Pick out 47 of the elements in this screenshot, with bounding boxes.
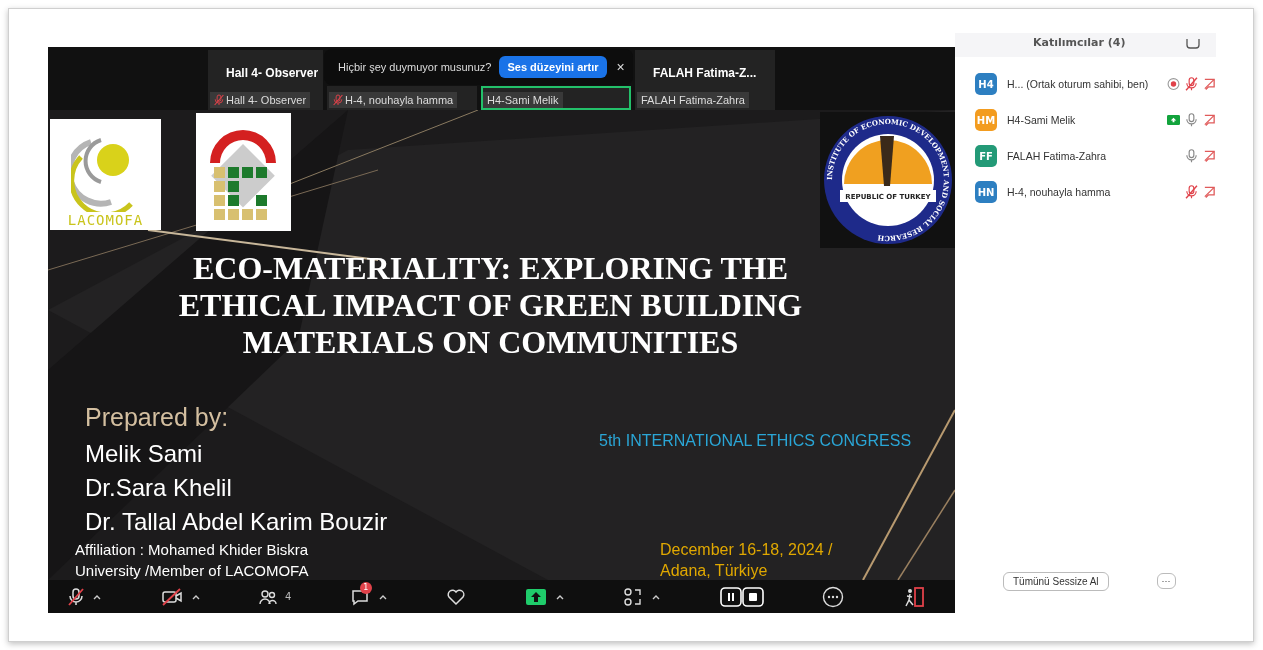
apps-icon[interactable] — [623, 586, 644, 607]
participant-thumbnail[interactable]: Hall 4- Observer Hall 4- Observer — [208, 50, 323, 110]
avatar: HM — [975, 109, 997, 131]
more-button[interactable]: ··· — [1156, 573, 1176, 589]
avatar: H4 — [975, 73, 997, 95]
participant-name: H... (Ortak oturum sahibi, ben) — [1007, 78, 1150, 90]
increase-volume-button[interactable]: Ses düzeyini artır — [499, 56, 607, 78]
prepared-by-label: Prepared by: — [85, 403, 229, 432]
name-text: FALAH Fatima-Zahra — [641, 94, 745, 106]
author-name: Dr. Tallal Abdel Karim Bouzir — [85, 507, 388, 537]
participant-row[interactable]: H4 H... (Ortak oturum sahibi, ben) — [955, 66, 1220, 102]
pause-stop-recording-icon[interactable] — [719, 586, 764, 607]
heart-icon[interactable] — [446, 587, 467, 606]
participant-row[interactable]: HN H-4, nouhayla hamma — [955, 174, 1220, 210]
share-screen-icon[interactable] — [524, 587, 547, 606]
notification-text: Hiçbir şey duymuyor musunuz? — [338, 61, 492, 73]
participant-row[interactable]: FF FALAH Fatima-Zahra — [955, 138, 1220, 174]
logo-text: LACOMOFA — [67, 212, 144, 228]
participant-thumbnail[interactable]: H4-Sami Melik — [481, 86, 631, 110]
panel-title: Katılımcılar (4) — [1033, 36, 1126, 49]
mute-all-button[interactable]: Tümünü Sessize Al — [1003, 571, 1109, 591]
participant-name: H4-Sami Melik — [1007, 114, 1077, 126]
name-text: Hall 4- Observer — [226, 94, 307, 106]
more-icon[interactable] — [822, 585, 845, 608]
participant-name: FALAH Fatima-Zahra — [1007, 150, 1108, 162]
participant-name: FALAH Fatima-Z... — [653, 66, 757, 80]
avatar: HN — [975, 181, 997, 203]
participant-name: H-4, nouhayla hamma — [1007, 186, 1112, 198]
affiliation-text: Affiliation : Mohamed Khider Biskra University /Member of LACOMOFA — [75, 540, 310, 580]
author-name: Dr.Sara Khelil — [85, 473, 233, 503]
slide-title: ECO-MATERIALITY: EXPLORING THE ETHICAL IMPACT OF GREEN BUILDING MATERIALS ON COMMUNITIES — [178, 250, 803, 361]
congress-name: 5th INTERNATIONAL ETHICS CONGRESS — [599, 431, 913, 451]
participants-icon[interactable] — [259, 588, 277, 605]
participant-row[interactable]: HM H4-Sami Melik — [955, 102, 1220, 138]
leave-door-icon[interactable] — [902, 585, 925, 608]
notification-badge: 1 — [359, 581, 372, 594]
name-text: H4-Sami Melik — [487, 94, 559, 106]
event-date-place: December 16-18, 2024 / Adana, Türkiye — [660, 540, 834, 580]
muted-microphone-icon[interactable] — [68, 587, 84, 606]
avatar: FF — [975, 145, 997, 167]
close-button[interactable]: × — [614, 59, 627, 75]
participant-count: 4 — [285, 591, 292, 602]
participant-thumbnail[interactable]: H-4, nouhayla hamma — [327, 86, 477, 110]
name-text: H-4, nouhayla hamma — [345, 94, 454, 106]
participant-name: Hall 4- Observer — [226, 66, 319, 80]
author-name: Melik Sami — [85, 439, 204, 469]
participant-thumbnail[interactable]: FALAH Fatima-Z... FALAH Fatima-Zahra — [635, 50, 775, 110]
